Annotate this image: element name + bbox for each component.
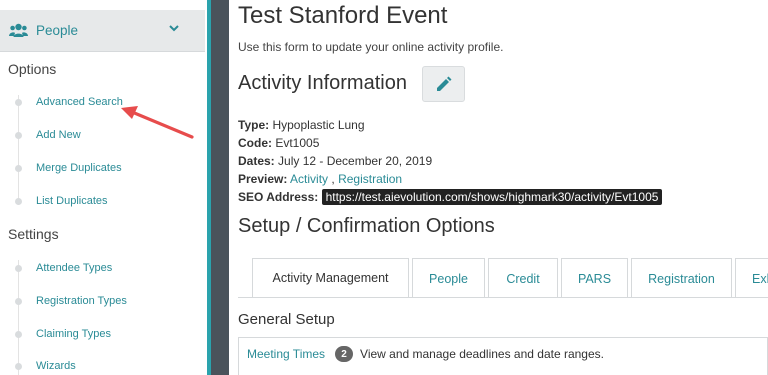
meeting-times-count-badge: 2	[335, 346, 354, 362]
nav-dot	[15, 298, 22, 305]
preview-registration-link[interactable]: Registration	[338, 172, 402, 186]
meeting-times-link[interactable]: Meeting Times	[247, 347, 325, 361]
info-preview-label: Preview:	[238, 172, 288, 186]
info-preview-row: Preview: Activity , Registration	[238, 172, 402, 186]
tab-registration[interactable]: Registration	[631, 258, 732, 298]
info-seo-label: SEO Address:	[238, 190, 319, 204]
info-type-row: Type: Hypoplastic Lung	[238, 118, 365, 132]
sidebar-item-list-duplicates[interactable]: List Duplicates	[36, 195, 108, 207]
tab-people[interactable]: People	[412, 258, 485, 298]
nav-dot	[15, 132, 22, 139]
sidebar-item-wizards[interactable]: Wizards	[36, 360, 76, 372]
info-code-label: Code:	[238, 136, 272, 150]
page-subtitle: Use this form to update your online acti…	[238, 40, 504, 54]
tab-credit[interactable]: Credit	[488, 258, 558, 298]
nav-dot	[15, 165, 22, 172]
info-seo-row: SEO Address: https://test.aievolution.co…	[238, 189, 663, 205]
preview-separator: ,	[331, 172, 335, 186]
tab-underline	[238, 297, 768, 298]
info-code-row: Code: Evt1005	[238, 136, 319, 150]
preview-activity-link[interactable]: Activity	[290, 172, 328, 186]
meeting-times-row: Meeting Times 2 View and manage deadline…	[247, 346, 604, 362]
sidebar-splitter[interactable]	[211, 0, 229, 375]
sidebar-item-registration-types[interactable]: Registration Types	[36, 295, 127, 307]
seo-address-url[interactable]: https://test.aievolution.com/shows/highm…	[321, 189, 663, 205]
nav-dot	[15, 198, 22, 205]
nav-dot	[15, 363, 22, 370]
chevron-down-icon[interactable]	[169, 25, 179, 32]
tab-activity-management[interactable]: Activity Management	[252, 258, 409, 298]
nav-dot	[15, 331, 22, 338]
sidebar-item-claiming-types[interactable]: Claiming Types	[36, 328, 111, 340]
info-type-label: Type:	[238, 118, 270, 132]
section-options-title: Options	[8, 61, 57, 77]
info-dates-label: Dates:	[238, 154, 275, 168]
edit-activity-button[interactable]	[422, 66, 465, 102]
people-menu-label: People	[36, 23, 79, 38]
main-content: Test Stanford Event Use this form to upd…	[229, 0, 768, 375]
nav-dot	[15, 265, 22, 272]
general-setup-heading: General Setup	[238, 311, 335, 328]
nav-track-settings	[18, 260, 19, 375]
users-icon	[9, 23, 28, 37]
sidebar-item-merge-duplicates[interactable]: Merge Duplicates	[36, 162, 122, 174]
info-dates-value: July 12 - December 20, 2019	[278, 154, 433, 168]
tab-bar: Activity Management People Credit PARS R…	[252, 258, 768, 298]
page-title: Test Stanford Event	[238, 2, 448, 29]
nav-track-options	[18, 95, 19, 205]
annotation-arrow-icon	[121, 106, 194, 139]
sidebar-item-add-new[interactable]: Add New	[36, 129, 81, 141]
nav-dot	[15, 99, 22, 106]
people-menu-header[interactable]: People	[0, 10, 205, 52]
activity-info-heading: Activity Information	[238, 72, 407, 94]
pencil-icon	[437, 76, 452, 91]
sidebar-item-attendee-types[interactable]: Attendee Types	[36, 262, 112, 274]
sidebar: People Options Advanced Search Add New M…	[0, 0, 207, 375]
setup-confirmation-heading: Setup / Confirmation Options	[238, 215, 495, 237]
section-settings-title: Settings	[8, 226, 59, 242]
sidebar-item-advanced-search[interactable]: Advanced Search	[36, 96, 123, 108]
info-code-value: Evt1005	[275, 136, 320, 150]
tab-pars[interactable]: PARS	[561, 258, 628, 298]
info-dates-row: Dates: July 12 - December 20, 2019	[238, 154, 432, 168]
info-type-value: Hypoplastic Lung	[272, 118, 365, 132]
meeting-times-description: View and manage deadlines and date range…	[360, 347, 604, 361]
tab-exhibits[interactable]: Exh	[735, 258, 768, 298]
